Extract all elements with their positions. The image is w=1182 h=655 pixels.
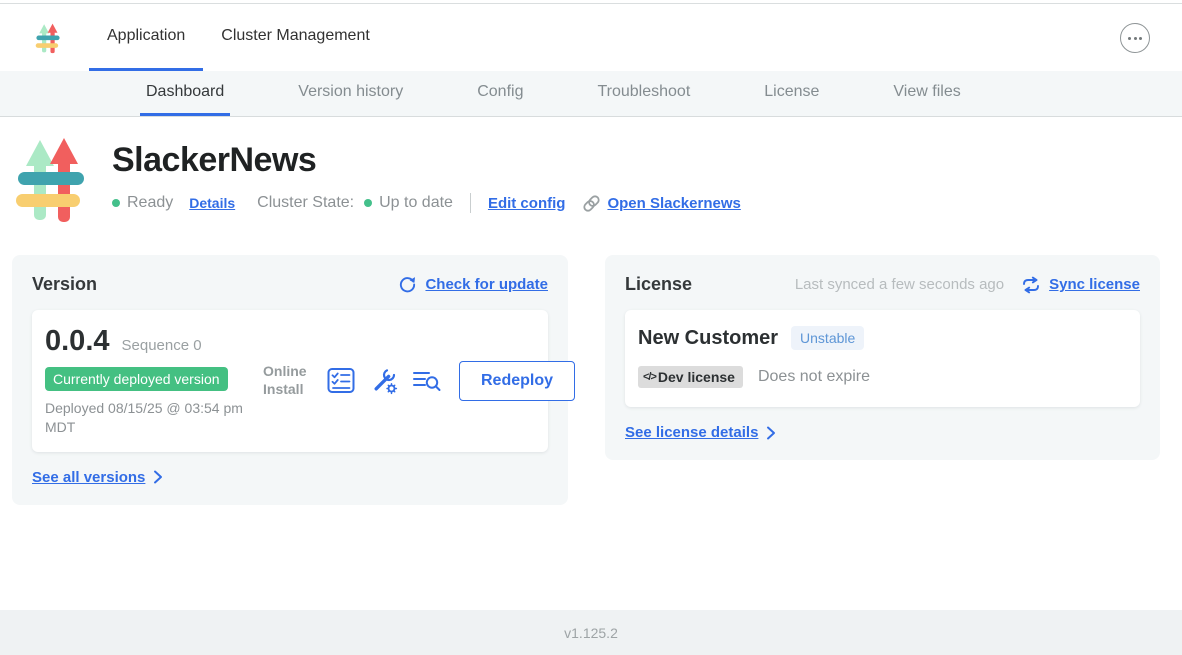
subnav-tab-dashboard-label: Dashboard — [146, 83, 224, 101]
console-version: v1.125.2 — [564, 625, 618, 641]
cluster-state-label: Cluster State: — [257, 194, 354, 212]
top-nav: Application Cluster Management — [0, 4, 1182, 71]
subnav-tab-config[interactable]: Config — [471, 71, 529, 116]
version-card: Version Check for update 0.0.4 Sequence … — [12, 255, 568, 505]
edit-config-link[interactable]: Edit config — [488, 195, 566, 212]
cluster-state-dot — [364, 199, 372, 207]
version-card-title: Version — [32, 274, 97, 295]
license-card: License Last synced a few seconds ago Sy… — [605, 255, 1160, 460]
console-footer: v1.125.2 — [0, 610, 1182, 655]
check-for-update-link[interactable]: Check for update — [425, 276, 548, 293]
see-all-versions-link[interactable]: See all versions — [32, 469, 145, 486]
divider — [470, 193, 471, 213]
config-wrench-icon[interactable] — [369, 366, 399, 396]
deploy-logs-icon[interactable] — [412, 366, 442, 396]
app-subnav: Dashboard Version history Config Trouble… — [0, 71, 1182, 117]
subnav-tab-config-label: Config — [477, 83, 523, 101]
tab-application[interactable]: Application — [89, 4, 203, 71]
open-app-link[interactable]: Open Slackernews — [607, 195, 740, 212]
customer-name: New Customer — [638, 327, 778, 350]
version-sequence: Sequence 0 — [122, 337, 202, 354]
deployed-timestamp: Deployed 08/15/25 @ 03:54 pm MDT — [45, 399, 263, 437]
sync-license-link[interactable]: Sync license — [1049, 276, 1140, 293]
app-status-row: Ready Details Cluster State: Up to date … — [112, 193, 741, 213]
license-details-panel: New Customer Unstable </> Dev license Do… — [625, 310, 1140, 407]
license-card-title: License — [625, 274, 692, 295]
app-header: SlackerNews Ready Details Cluster State:… — [0, 117, 1182, 224]
license-type-label: Dev license — [658, 369, 735, 385]
ellipsis-icon — [1139, 37, 1142, 40]
tab-cluster-management-label: Cluster Management — [221, 27, 370, 45]
subnav-tab-license-label: License — [764, 83, 819, 101]
subnav-tab-view-files-label: View files — [893, 83, 960, 101]
version-number: 0.0.4 — [45, 325, 110, 358]
subnav-tab-troubleshoot[interactable]: Troubleshoot — [591, 71, 696, 116]
link-icon — [582, 194, 601, 213]
see-license-details-link[interactable]: See license details — [625, 424, 758, 441]
tab-cluster-management[interactable]: Cluster Management — [203, 4, 388, 71]
ellipsis-icon — [1134, 37, 1137, 40]
app-status-dot — [112, 199, 120, 207]
preflight-checks-icon[interactable] — [326, 366, 356, 396]
last-synced-text: Last synced a few seconds ago — [795, 276, 1004, 293]
sync-icon — [1021, 276, 1041, 294]
page-title: SlackerNews — [112, 141, 741, 180]
redeploy-button[interactable]: Redeploy — [459, 361, 575, 401]
details-link[interactable]: Details — [189, 195, 235, 211]
tab-application-label: Application — [107, 27, 185, 45]
license-type-badge: </> Dev license — [638, 366, 743, 388]
deployed-badge: Currently deployed version — [45, 367, 228, 391]
subnav-tab-version-history-label: Version history — [298, 83, 403, 101]
app-logo-large — [14, 134, 88, 224]
overflow-menu-button[interactable] — [1120, 23, 1150, 53]
subnav-tab-view-files[interactable]: View files — [887, 71, 966, 116]
install-type-label: Online Install — [263, 363, 313, 398]
subnav-tab-dashboard[interactable]: Dashboard — [140, 71, 230, 116]
channel-badge: Unstable — [791, 326, 864, 350]
see-all-versions[interactable]: See all versions — [32, 469, 548, 486]
license-expiry: Does not expire — [758, 368, 870, 386]
subnav-tab-license[interactable]: License — [758, 71, 825, 116]
see-license-details[interactable]: See license details — [625, 424, 1140, 441]
subnav-tab-troubleshoot-label: Troubleshoot — [597, 83, 690, 101]
code-icon: </> — [643, 371, 656, 383]
chevron-right-icon — [766, 426, 776, 440]
current-version-panel: 0.0.4 Sequence 0 Currently deployed vers… — [32, 310, 548, 452]
cluster-state-value: Up to date — [379, 194, 453, 212]
ellipsis-icon — [1128, 37, 1131, 40]
app-logo-icon — [35, 19, 61, 57]
check-for-update[interactable]: Check for update — [398, 275, 548, 294]
subnav-tab-version-history[interactable]: Version history — [292, 71, 409, 116]
sync-license[interactable]: Sync license — [1021, 276, 1140, 294]
chevron-right-icon — [153, 470, 163, 484]
dashboard-main: SlackerNews Ready Details Cluster State:… — [0, 117, 1182, 610]
refresh-icon — [398, 275, 417, 294]
app-status-label: Ready — [127, 194, 173, 212]
